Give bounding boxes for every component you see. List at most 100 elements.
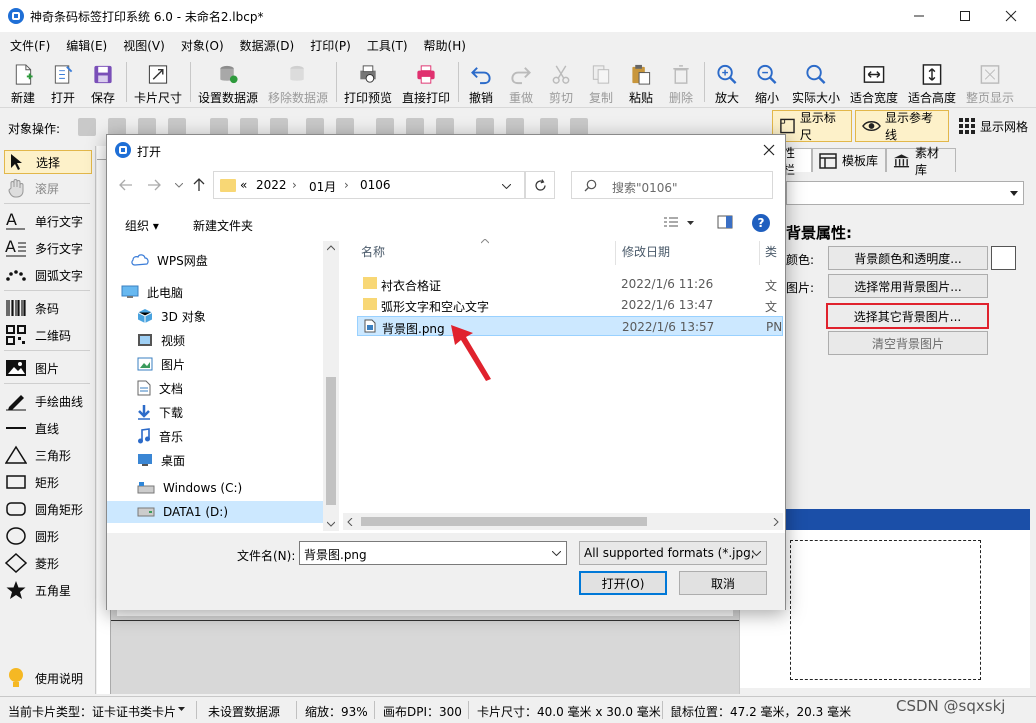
set-datasource-button[interactable]: 设置数据源 bbox=[196, 58, 260, 106]
new-folder-button[interactable]: 新建文件夹 bbox=[193, 217, 253, 234]
file-row-background-png[interactable]: 背景图.png 2022/1/6 13:57 PN bbox=[357, 316, 783, 336]
card-size-button[interactable]: 卡片尺寸 bbox=[132, 58, 184, 106]
help-icon[interactable]: ? bbox=[752, 214, 770, 232]
tool-barcode[interactable]: 条码 bbox=[4, 296, 92, 320]
nav-pictures[interactable]: 图片 bbox=[137, 353, 185, 375]
remove-datasource-button[interactable]: 移除数据源 bbox=[266, 58, 330, 106]
tool-diamond[interactable]: 菱形 bbox=[4, 551, 92, 575]
tool-select[interactable]: 选择 bbox=[4, 150, 92, 174]
object-select-dropdown[interactable] bbox=[786, 181, 1024, 205]
nav-drive-d[interactable]: DATA1 (D:) bbox=[107, 501, 323, 523]
copy-button[interactable]: 复制 bbox=[584, 58, 618, 106]
tool-round-rect[interactable]: 圆角矩形 bbox=[4, 497, 92, 521]
nav-scrollbar[interactable] bbox=[323, 241, 339, 531]
clear-bg-button[interactable]: 清空背景图片 bbox=[828, 331, 988, 355]
breadcrumb-01[interactable]: 01月 bbox=[309, 178, 336, 195]
refresh-button[interactable] bbox=[525, 171, 555, 199]
dialog-open-button[interactable]: 打开(O) bbox=[579, 571, 667, 595]
tool-single-text[interactable]: A 单行文字 bbox=[4, 209, 92, 233]
forward-arrow-icon[interactable] bbox=[147, 179, 161, 191]
undo-button[interactable]: 撤销 bbox=[464, 58, 498, 106]
preview-pane-icon[interactable] bbox=[717, 215, 733, 229]
nav-wps-cloud[interactable]: WPS网盘 bbox=[131, 249, 208, 271]
maximize-button[interactable] bbox=[942, 0, 988, 32]
delete-button[interactable]: 删除 bbox=[664, 58, 698, 106]
tool-arc-text[interactable]: 圆弧文字 bbox=[4, 263, 92, 287]
fit-width-button[interactable]: 适合宽度 bbox=[848, 58, 900, 106]
actual-size-button[interactable]: 实际大小 bbox=[790, 58, 842, 106]
cut-button[interactable]: 剪切 bbox=[544, 58, 578, 106]
menu-datasource[interactable]: 数据源(D) bbox=[230, 32, 301, 56]
nav-videos[interactable]: 视频 bbox=[137, 329, 185, 351]
file-list-hscrollbar[interactable] bbox=[343, 513, 783, 530]
nav-documents[interactable]: 文档 bbox=[137, 377, 183, 399]
show-grid-toggle[interactable]: 显示网格 bbox=[951, 110, 1035, 142]
dialog-close-button[interactable] bbox=[757, 139, 781, 161]
full-page-button[interactable]: 整页显示 bbox=[964, 58, 1016, 106]
menu-edit[interactable]: 编辑(E) bbox=[56, 32, 113, 56]
nav-3d-objects[interactable]: 3D 对象 bbox=[137, 305, 206, 327]
column-name[interactable]: 名称 bbox=[361, 243, 385, 267]
nav-this-pc[interactable]: 此电脑 bbox=[121, 281, 183, 303]
breadcrumb-0106[interactable]: 0106 bbox=[360, 178, 391, 192]
tool-freehand[interactable]: 手绘曲线 bbox=[4, 389, 92, 413]
column-date[interactable]: 修改日期 bbox=[622, 243, 670, 267]
file-row-folder-shirt[interactable]: 衬衣合格证 2022/1/6 11:26 文 bbox=[357, 274, 783, 294]
layer-up-icon[interactable] bbox=[78, 118, 96, 136]
menu-tools[interactable]: 工具(T) bbox=[357, 32, 414, 56]
fit-height-button[interactable]: 适合高度 bbox=[906, 58, 958, 106]
tool-scroll[interactable]: 滚屏 bbox=[4, 176, 92, 200]
view-chevron-icon[interactable] bbox=[687, 221, 694, 225]
up-arrow-icon[interactable] bbox=[193, 178, 205, 192]
nav-desktop[interactable]: 桌面 bbox=[137, 449, 185, 471]
menu-print[interactable]: 打印(P) bbox=[300, 32, 357, 56]
tool-circle[interactable]: 圆形 bbox=[4, 524, 92, 548]
save-button[interactable]: 保存 bbox=[86, 58, 120, 106]
hscroll-thumb[interactable] bbox=[361, 517, 647, 526]
paste-button[interactable]: 粘贴 bbox=[624, 58, 658, 106]
tool-multi-text[interactable]: A 多行文字 bbox=[4, 236, 92, 260]
open-button[interactable]: 打开 bbox=[46, 58, 80, 106]
tool-line[interactable]: 直线 bbox=[4, 416, 92, 440]
filename-input[interactable]: 背景图.png bbox=[299, 541, 567, 565]
nav-downloads[interactable]: 下载 bbox=[137, 401, 183, 423]
status-card-type[interactable]: 当前卡片类型：证卡证书类卡片 bbox=[8, 703, 176, 720]
dialog-cancel-button[interactable]: 取消 bbox=[679, 571, 767, 595]
new-button[interactable]: 新建 bbox=[6, 58, 40, 106]
file-row-folder-arc-text[interactable]: 弧形文字和空心文字 2022/1/6 13:47 文 bbox=[357, 295, 783, 315]
address-bar[interactable]: « 2022 › 01月 › 0106 bbox=[213, 171, 525, 199]
nav-scroll-thumb[interactable] bbox=[326, 377, 336, 505]
breadcrumb-2022[interactable]: 2022 bbox=[256, 178, 287, 192]
view-options-icon[interactable] bbox=[663, 217, 679, 229]
recent-chevron-icon[interactable] bbox=[175, 183, 183, 188]
tool-help[interactable]: 使用说明 bbox=[4, 666, 92, 690]
tool-image[interactable]: 图片 bbox=[4, 356, 92, 380]
breadcrumb-overflow[interactable]: « bbox=[240, 178, 247, 192]
select-other-bg-button[interactable]: 选择其它背景图片... bbox=[826, 303, 989, 329]
zoom-out-button[interactable]: 缩小 bbox=[750, 58, 784, 106]
file-type-filter[interactable]: All supported formats (*.jpg; bbox=[579, 541, 767, 565]
tool-rect[interactable]: 矩形 bbox=[4, 470, 92, 494]
show-guides-toggle[interactable]: 显示参考线 bbox=[855, 110, 949, 142]
minimize-button[interactable] bbox=[896, 0, 942, 32]
color-swatch[interactable] bbox=[991, 246, 1016, 270]
menu-file[interactable]: 文件(F) bbox=[0, 32, 56, 56]
direct-print-button[interactable]: 直接打印 bbox=[400, 58, 452, 106]
print-preview-button[interactable]: 打印预览 bbox=[342, 58, 394, 106]
tool-qrcode[interactable]: 二维码 bbox=[4, 323, 92, 347]
redo-button[interactable]: 重做 bbox=[504, 58, 538, 106]
menu-view[interactable]: 视图(V) bbox=[113, 32, 171, 56]
tool-triangle[interactable]: 三角形 bbox=[4, 443, 92, 467]
bg-color-button[interactable]: 背景颜色和透明度... bbox=[828, 246, 988, 270]
tool-star[interactable]: 五角星 bbox=[4, 578, 92, 602]
zoom-in-button[interactable]: 放大 bbox=[710, 58, 744, 106]
menu-help[interactable]: 帮助(H) bbox=[414, 32, 472, 56]
nav-music[interactable]: 音乐 bbox=[137, 425, 183, 447]
search-box[interactable]: 搜索"0106" bbox=[571, 171, 773, 199]
back-arrow-icon[interactable] bbox=[119, 179, 133, 191]
menu-object[interactable]: 对象(O) bbox=[171, 32, 230, 56]
close-button[interactable] bbox=[988, 0, 1034, 32]
tab-template-library[interactable]: 模板库 bbox=[812, 148, 886, 172]
nav-drive-c[interactable]: Windows (C:) bbox=[137, 477, 242, 499]
tab-material-library[interactable]: 素材库 bbox=[886, 146, 956, 177]
